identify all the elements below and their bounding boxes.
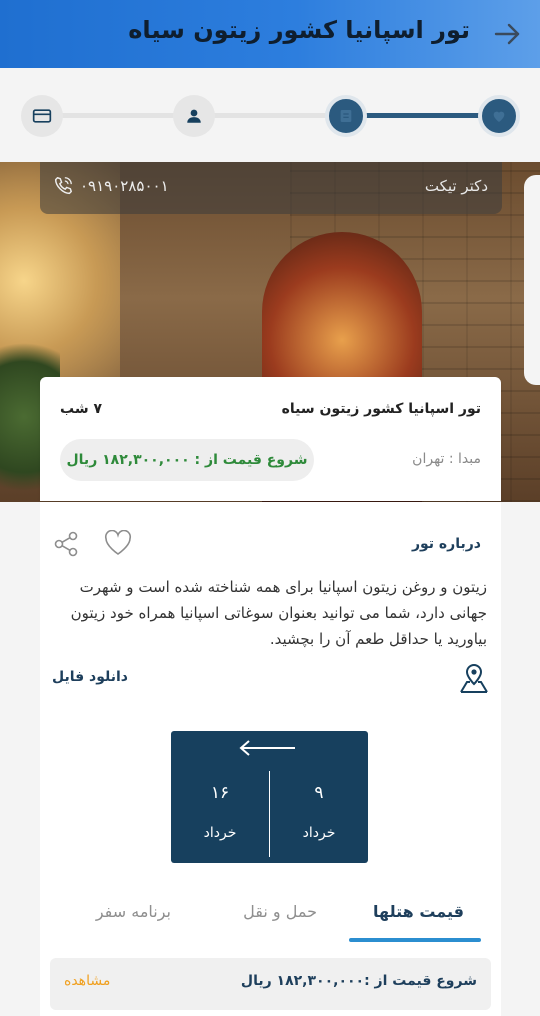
page-title: تور اسپانیا کشور زیتون سیاه [128, 16, 470, 44]
favorite-heart-icon[interactable] [104, 530, 132, 556]
hotel-starting-price: شروع قیمت از :۱۸۲,۳۰۰,۰۰۰ ریال [240, 973, 477, 989]
step-heart[interactable] [478, 95, 520, 137]
step-list[interactable] [325, 95, 367, 137]
tour-summary-card: تور اسپانیا کشور زیتون سیاه ۷ شب مبدا : … [40, 377, 501, 501]
user-icon [187, 109, 201, 123]
tab-transportation[interactable]: حمل و نقل [243, 902, 317, 921]
booking-stepper [0, 68, 540, 162]
heart-icon [493, 111, 505, 122]
tour-description: زیتون و روغن زیتون اسپانیا برای همه شناخ… [70, 578, 487, 648]
agency-phone[interactable]: ۰۹۱۹۰۲۸۵۰۰۱ [80, 177, 169, 195]
start-day: ۹ [314, 783, 324, 803]
arrow-left-icon [239, 740, 295, 756]
agency-bar: دکتر تیکت ۰۹۱۹۰۲۸۵۰۰۱ [40, 162, 502, 214]
tour-origin: مبدا : تهران [412, 451, 481, 467]
active-tab-indicator [349, 938, 481, 942]
map-pin-icon[interactable] [459, 662, 489, 694]
tour-details-panel: درباره تور زیتون و روغن زیتون اسپانیا بر… [40, 502, 501, 1016]
agency-name: دکتر تیکت [424, 177, 488, 195]
details-tabs: قیمت هتلها حمل و نقل برنامه سفر [40, 888, 501, 942]
step-user[interactable] [173, 95, 215, 137]
tour-dates-box: ۹ خرداد ۱۶ خرداد [171, 731, 368, 863]
hero-side-handle [524, 175, 540, 385]
phone-icon[interactable] [52, 175, 74, 197]
share-icon[interactable] [52, 530, 80, 558]
tab-itinerary[interactable]: برنامه سفر [96, 902, 171, 921]
app-header: تور اسپانیا کشور زیتون سیاه [0, 0, 540, 68]
view-link[interactable]: مشاهده [64, 973, 110, 989]
tour-name: تور اسپانیا کشور زیتون سیاه [281, 401, 481, 417]
start-month: خرداد [302, 825, 336, 841]
tab-hotel-prices[interactable]: قیمت هتلها [373, 902, 464, 921]
tour-nights: ۷ شب [60, 401, 103, 417]
starting-price-badge: شروع قیمت از : ۱۸۲,۳۰۰,۰۰۰ ریال [60, 439, 314, 481]
list-icon [340, 110, 352, 122]
step-payment[interactable] [21, 95, 63, 137]
step-connector [212, 113, 328, 118]
credit-card-icon [32, 109, 52, 123]
step-connector-active [364, 113, 482, 118]
end-day: ۱۶ [210, 783, 230, 803]
step-connector [56, 113, 178, 118]
arrow-right-icon[interactable] [492, 19, 522, 49]
about-tour-title: درباره تور [411, 536, 481, 552]
end-month: خرداد [203, 825, 237, 841]
hotel-price-row[interactable]: شروع قیمت از :۱۸۲,۳۰۰,۰۰۰ ریال مشاهده [50, 958, 491, 1010]
download-file-link[interactable]: دانلود فایل [52, 669, 128, 685]
